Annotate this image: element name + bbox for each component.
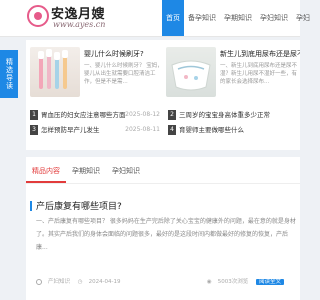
diaper-image [171, 60, 211, 91]
article-title[interactable]: 产后康复有哪些项目? [36, 199, 122, 212]
nav-item-more[interactable]: 孕妇 [292, 0, 314, 36]
article-thumbnail[interactable] [30, 47, 80, 97]
featured-guide-tag: 精选导读 [0, 50, 18, 98]
meta-right: ◉ 5003次浏览 阅读全文 [207, 277, 290, 285]
title-accent-bar [30, 201, 32, 211]
content-card: 精品内容 孕期知识 孕妇知识 产后康复有哪些项目? 一、产后康复有哪些项目？ 很… [26, 157, 300, 300]
tab-featured[interactable]: 精品内容 [26, 157, 66, 183]
list-item-title[interactable]: 三周岁的宝宝身高体重多少正常 [179, 111, 270, 119]
tab-pregnancy[interactable]: 孕期知识 [66, 157, 106, 183]
toothbrush-image [38, 49, 68, 89]
featured-article[interactable]: 婴儿什么时候刷牙? 一、婴儿什么时候刷牙？ 宝妈，婴儿从出生就需要口腔清洁工作，… [30, 47, 164, 97]
article-thumbnail[interactable] [166, 47, 216, 97]
list-item-title[interactable]: 怎样预防早产儿发生 [41, 126, 100, 134]
article-meta: 产妇知识 ◷ 2024-04-19 ◉ 5003次浏览 阅读全文 [36, 277, 296, 287]
clock-icon: ◷ [77, 279, 83, 285]
header: 安逸月嫂 www.ayes.cn 首页 备孕知识 孕期知识 孕妇知识 孕妇 [0, 0, 310, 37]
list-item[interactable]: 1 胃血压的妇女应注意哪些方面 2025-08-12 [30, 109, 160, 121]
article-date: 2024-04-19 [88, 279, 121, 285]
list-item-title[interactable]: 胃血压的妇女应注意哪些方面 [41, 111, 126, 119]
nav-item-pregnant-women[interactable]: 孕妇知识 [256, 0, 292, 36]
list-item[interactable]: 4 育婴师主要做哪些什么 [168, 124, 296, 136]
list-item-title[interactable]: 育婴师主要做哪些什么 [179, 126, 244, 134]
list-item-date: 2025-08-12 [125, 111, 160, 118]
featured-title[interactable]: 新生儿到底用尿布还是尿不湿? [220, 49, 300, 59]
rank-number: 4 [168, 125, 176, 135]
featured-desc: 一、婴儿什么时候刷牙？ 宝妈，婴儿从出生就需要口腔清洁工作，但是不是需... [84, 63, 163, 85]
list-item[interactable]: 2 三周岁的宝宝身高体重多少正常 [168, 109, 296, 121]
article-views: 5003次浏览 [217, 279, 249, 285]
rank-number: 1 [30, 110, 38, 120]
article-category[interactable]: 产妇知识 [48, 279, 70, 285]
featured-article[interactable]: 新生儿到底用尿布还是尿不湿? 一、新生儿到底用尿布还是尿不湿？新生儿用尿不湿好一… [166, 47, 300, 97]
category-icon [36, 278, 42, 285]
featured-desc: 一、新生儿到底用尿布还是尿不湿？新生儿用尿不湿好一些，有的家长会选择尿布... [220, 63, 298, 85]
rank-number: 3 [30, 125, 38, 135]
nav-item-home[interactable]: 首页 [162, 0, 184, 36]
read-more-button[interactable]: 阅读全文 [255, 279, 284, 285]
logo-icon [27, 5, 49, 27]
site-logo[interactable]: 安逸月嫂 www.ayes.cn [27, 3, 137, 33]
list-item-date: 2025-08-11 [125, 126, 160, 133]
featured-card: 婴儿什么时候刷牙? 一、婴儿什么时候刷牙？ 宝妈，婴儿从出生就需要口腔清洁工作，… [26, 40, 300, 150]
main-nav: 首页 备孕知识 孕期知识 孕妇知识 孕妇 [162, 0, 314, 36]
article-excerpt: 一、产后康复有哪些项目？ 很多妈妈在生产完后除了关心宝宝的健康外的问题，最在意的… [36, 218, 296, 251]
nav-item-preconception[interactable]: 备孕知识 [184, 0, 220, 36]
featured-title[interactable]: 婴儿什么时候刷牙? [84, 49, 164, 59]
eye-icon: ◉ [206, 279, 212, 285]
list-item[interactable]: 3 怎样预防早产儿发生 2025-08-11 [30, 124, 160, 136]
logo-subtitle: www.ayes.cn [53, 20, 106, 29]
content-tabs: 精品内容 孕期知识 孕妇知识 [26, 157, 300, 184]
tab-pregnant-women[interactable]: 孕妇知识 [106, 157, 146, 183]
rank-number: 2 [168, 110, 176, 120]
nav-item-pregnancy[interactable]: 孕期知识 [220, 0, 256, 36]
